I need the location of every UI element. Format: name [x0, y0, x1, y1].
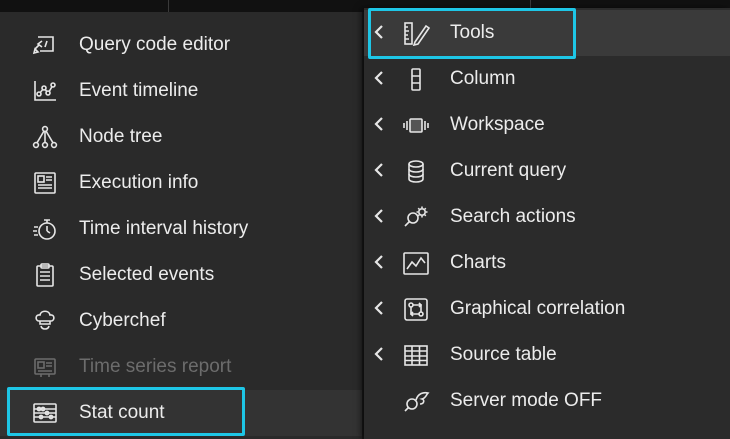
line-chart-icon [402, 251, 430, 276]
report-icon [32, 355, 58, 379]
menu-item-tools[interactable]: Tools [364, 10, 730, 56]
timeline-chart-icon [32, 79, 58, 103]
chevron-left-icon [372, 161, 386, 179]
menu-item-execution-info[interactable]: Execution info [0, 160, 362, 206]
menu-item-column[interactable]: Column [364, 56, 730, 102]
chevron-left-icon [372, 115, 386, 133]
chevron-left-icon [372, 207, 386, 225]
menu-item-label: Node tree [79, 126, 163, 147]
clipboard-list-icon [32, 263, 58, 287]
tools-submenu: Query code editor Event timeline Node tr… [0, 12, 362, 439]
menu-item-label: Graphical correlation [450, 298, 626, 319]
menu-item-label: Charts [450, 252, 506, 273]
menu-item-charts[interactable]: Charts [364, 240, 730, 286]
code-editor-icon [32, 33, 58, 57]
menu-item-label: Stat count [79, 402, 165, 423]
database-icon [402, 159, 430, 184]
stopwatch-history-icon [32, 217, 58, 241]
menu-item-label: Time interval history [79, 218, 249, 239]
menu-item-event-timeline[interactable]: Event timeline [0, 68, 362, 114]
column-icon [402, 67, 430, 92]
menu-item-label: Execution info [79, 172, 199, 193]
chevron-left-icon [372, 299, 386, 317]
menu-item-label: Workspace [450, 114, 545, 135]
menu-item-label: Server mode OFF [450, 390, 603, 411]
chevron-left-icon [372, 69, 386, 87]
server-mode-icon [402, 389, 430, 414]
menu-item-label: Query code editor [79, 34, 231, 55]
execution-info-icon [32, 171, 58, 195]
menu-item-query-code-editor[interactable]: Query code editor [0, 22, 362, 68]
search-gear-icon [402, 205, 430, 230]
ruler-pencil-icon [402, 21, 430, 46]
menu-item-search-actions[interactable]: Search actions [364, 194, 730, 240]
menu-item-label: Column [450, 68, 516, 89]
chevron-left-icon [372, 253, 386, 271]
menu-item-cyberchef[interactable]: Cyberchef [0, 298, 362, 344]
menu-item-server-mode[interactable]: Server mode OFF [364, 378, 730, 424]
menu-item-selected-events[interactable]: Selected events [0, 252, 362, 298]
menu-item-label: Current query [450, 160, 567, 181]
menu-item-label: Time series report [79, 356, 232, 377]
top-divider [168, 0, 169, 12]
correlation-icon [402, 297, 430, 322]
chevron-left-icon [372, 345, 386, 363]
menu-item-stat-count[interactable]: Stat count [0, 390, 362, 436]
menu-item-label: Search actions [450, 206, 576, 227]
menu-item-label: Tools [450, 22, 495, 43]
menu-item-current-query[interactable]: Current query [364, 148, 730, 194]
menu-item-workspace[interactable]: Workspace [364, 102, 730, 148]
menu-item-source-table[interactable]: Source table [364, 332, 730, 378]
menu-item-node-tree[interactable]: Node tree [0, 114, 362, 160]
menu-item-label: Source table [450, 344, 557, 365]
context-menu: Tools Column Workspace Current query Sea… [364, 8, 730, 439]
menu-item-time-interval-history[interactable]: Time interval history [0, 206, 362, 252]
menu-item-graphical-correlation[interactable]: Graphical correlation [364, 286, 730, 332]
menu-item-label: Event timeline [79, 80, 199, 101]
chef-hat-icon [32, 309, 58, 333]
menu-item-label: Selected events [79, 264, 215, 285]
chevron-left-icon [372, 23, 386, 41]
menu-item-label: Cyberchef [79, 310, 166, 331]
node-tree-icon [32, 125, 58, 149]
menu-item-time-series-report: Time series report [0, 344, 362, 390]
table-icon [402, 343, 430, 368]
workspace-icon [402, 113, 430, 138]
abacus-icon [32, 401, 58, 425]
